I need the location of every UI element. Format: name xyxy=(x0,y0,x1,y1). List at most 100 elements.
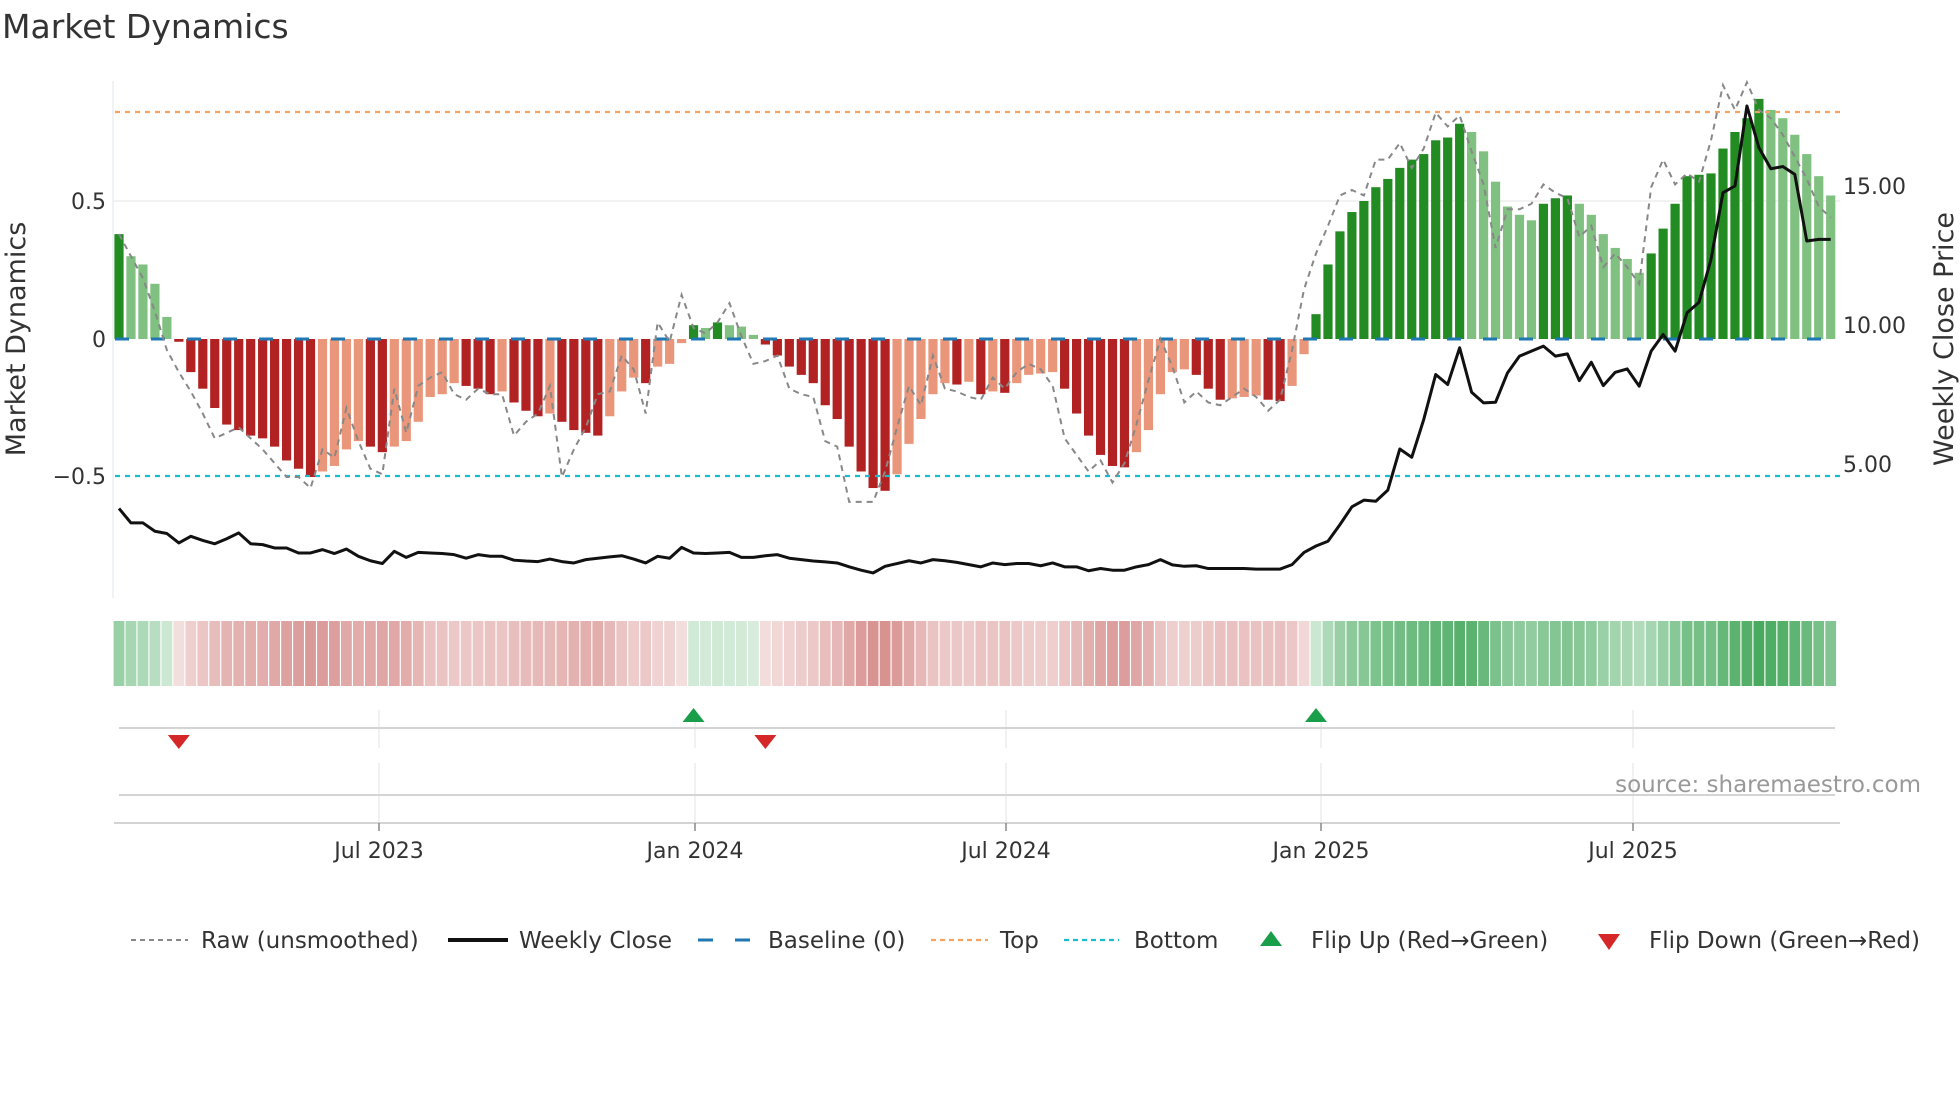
heat-strip-cell xyxy=(221,621,233,686)
heat-strip-cell xyxy=(915,621,927,686)
momentum-bar xyxy=(1586,214,1596,339)
heat-strip-cell xyxy=(1717,621,1729,686)
momentum-bar xyxy=(126,256,136,339)
heat-strip-cell xyxy=(185,621,197,686)
momentum-bar xyxy=(186,339,196,373)
momentum-bar xyxy=(210,339,220,408)
heat-strip-cell xyxy=(113,621,125,686)
momentum-bar xyxy=(174,339,184,342)
heat-strip-cell xyxy=(1418,621,1430,686)
legend-raw-label: Raw (unsmoothed) xyxy=(201,928,419,954)
momentum-bar xyxy=(138,264,148,339)
heat-strip-cell xyxy=(161,621,173,686)
heat-strip-cell xyxy=(209,621,221,686)
heat-strip-cell xyxy=(604,621,616,686)
heat-strip-cell xyxy=(436,621,448,686)
momentum-bar xyxy=(1562,195,1572,339)
momentum-bar xyxy=(1646,253,1656,339)
momentum-bar xyxy=(1203,339,1213,389)
momentum-bar xyxy=(1766,109,1776,339)
heat-strip-cell xyxy=(1286,621,1298,686)
momentum-bar xyxy=(1060,339,1070,389)
heat-strip-cell xyxy=(1190,621,1202,686)
momentum-bar xyxy=(305,339,316,477)
heat-strip-cell xyxy=(1753,621,1765,686)
market-dynamics-chart: Market Dynamics 0.5 0 −0.5 15.00 10.00 5… xyxy=(1,7,1960,954)
momentum-bar xyxy=(1072,339,1082,414)
y2-tick-label: 5.00 xyxy=(1843,453,1892,478)
heat-strip-cell xyxy=(293,621,304,686)
momentum-bar xyxy=(1119,339,1130,468)
heat-strip-cell xyxy=(484,621,496,686)
momentum-bar xyxy=(1371,187,1381,339)
momentum-bar xyxy=(772,339,782,356)
momentum-bar xyxy=(222,339,232,425)
y-tick-label: 0 xyxy=(92,328,106,353)
heat-strip-cell xyxy=(1214,621,1226,686)
heat-strip-cell xyxy=(1633,621,1645,686)
heat-strip-cell xyxy=(341,621,352,686)
momentum-bar xyxy=(270,339,280,447)
y-tick-label: −0.5 xyxy=(53,465,106,490)
momentum-bar xyxy=(712,322,723,339)
heat-strip-cell xyxy=(245,621,257,686)
heat-strip-cell xyxy=(1119,621,1130,686)
heat-strip-cell xyxy=(879,621,891,686)
heat-strip-cell xyxy=(1466,621,1478,686)
heat-strip-cell xyxy=(556,621,568,686)
momentum-bar xyxy=(1215,339,1225,400)
heat-strip-cell xyxy=(1274,621,1286,686)
triangle-up-icon xyxy=(1260,931,1282,946)
momentum-bar xyxy=(1610,247,1620,339)
heat-strip-cell xyxy=(1047,621,1059,686)
momentum-bar xyxy=(198,339,208,389)
momentum-bar xyxy=(1335,231,1345,339)
heat-strip-cell xyxy=(1813,621,1825,686)
heat-strip-cell xyxy=(1801,621,1813,686)
heat-strip-cell xyxy=(759,621,771,686)
momentum-bar xyxy=(617,339,627,392)
heat-strip-cell xyxy=(1023,621,1035,686)
momentum-bar xyxy=(1670,203,1680,339)
heat-strip-cell xyxy=(233,621,245,686)
heat-strip-cell xyxy=(1071,621,1082,686)
heat-strip-cell xyxy=(1514,621,1525,686)
momentum-bar xyxy=(341,339,352,450)
y-axis-label: Market Dynamics xyxy=(1,222,32,457)
momentum-bar xyxy=(868,339,878,489)
heat-strip-cell xyxy=(1202,621,1214,686)
momentum-bar xyxy=(365,339,375,447)
heat-strip-cell xyxy=(1406,621,1418,686)
momentum-bar xyxy=(1024,339,1034,375)
momentum-bar xyxy=(1191,339,1201,375)
x-tick-label: Jan 2024 xyxy=(645,839,744,864)
heat-strip-cell xyxy=(795,621,807,686)
momentum-bar xyxy=(976,339,986,395)
momentum-bar xyxy=(1814,176,1824,339)
legend-flip-down-label: Flip Down (Green→Red) xyxy=(1649,928,1920,954)
heat-strip-cell xyxy=(1621,621,1633,686)
heat-strip-cell xyxy=(903,621,915,686)
momentum-bar xyxy=(1694,174,1704,339)
heat-strip-cell xyxy=(664,621,676,686)
momentum-bars xyxy=(114,98,1836,491)
heat-strip-cell xyxy=(1741,621,1753,686)
momentum-bar xyxy=(1227,339,1237,399)
heat-strip-cell xyxy=(927,621,939,686)
x-tick-label: Jul 2025 xyxy=(1586,839,1678,864)
heat-strip-cell xyxy=(317,621,328,686)
momentum-bar xyxy=(952,339,962,385)
momentum-bar xyxy=(784,339,794,367)
heat-strip-cell xyxy=(1538,621,1549,686)
heat-strip-cell xyxy=(951,621,963,686)
heat-strip-cell xyxy=(376,621,388,686)
heat-strip-cell xyxy=(771,621,783,686)
momentum-bar xyxy=(641,339,651,384)
heat-strip-cell xyxy=(1262,621,1274,686)
heat-strip-cell xyxy=(724,621,735,686)
momentum-bar xyxy=(1802,154,1812,339)
heat-strip-cell xyxy=(867,621,879,686)
heat-strip-cell xyxy=(329,621,340,686)
momentum-bar xyxy=(545,339,555,414)
heat-strip-cell xyxy=(1502,621,1513,686)
